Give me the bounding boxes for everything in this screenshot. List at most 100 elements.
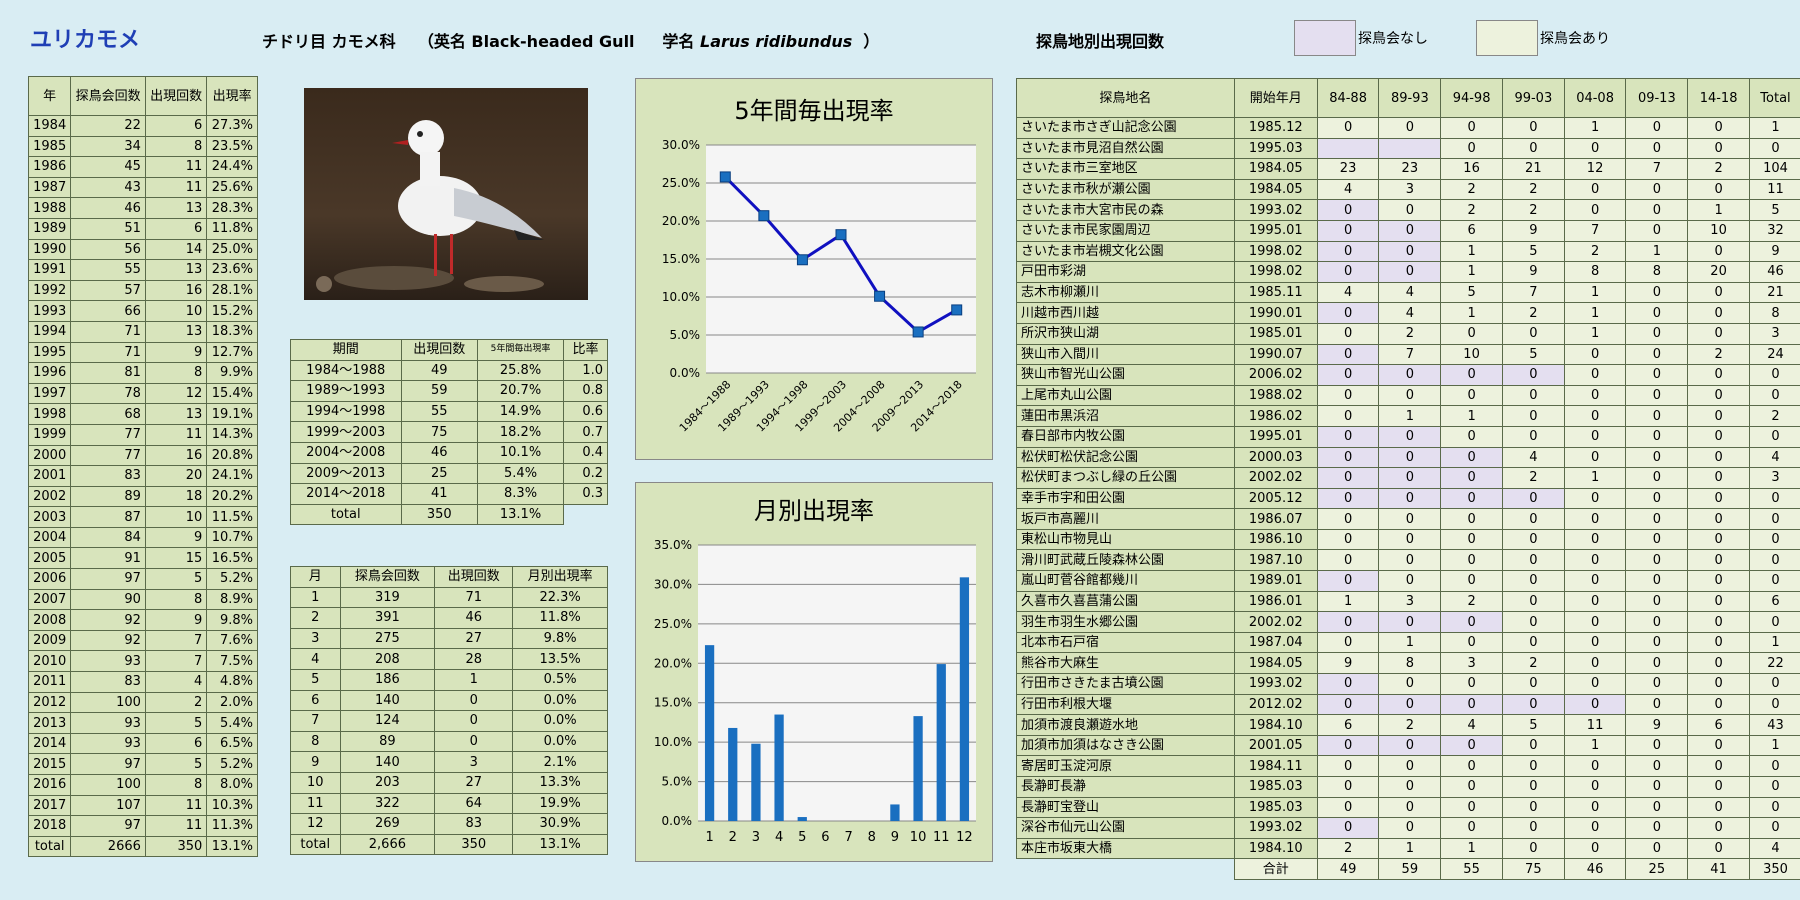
site-count: 0 [1378,364,1442,386]
y-tick-label: 0.0% [670,366,701,380]
site-count: 0 [1378,549,1442,572]
yearly-cell: 1993 [27,300,72,322]
site-count: 0 [1625,364,1689,386]
site-count: 0 [1687,549,1750,572]
yearly-row: 1984 22 6 27.3% [27,115,258,137]
yearly-cell: 97 [70,568,146,590]
monthly-cell: 27 [434,771,514,794]
site-count: 1 [1378,405,1442,427]
bar [704,645,715,821]
x-tick-label: 11 [933,830,950,845]
site-start: 1984.05 [1233,178,1318,201]
site-start: 1985.03 [1233,796,1318,819]
site-count: 0 [1748,487,1800,510]
site-count: 4 [1378,281,1442,304]
site-start: 2000.03 [1233,446,1318,469]
y-tick-label: 15.0% [662,252,700,266]
site-count: 0 [1316,261,1380,283]
site-count: 0 [1748,817,1800,839]
yearly-cell: 93 [70,732,146,755]
period-cell [564,504,608,525]
period-row: 1989～1993 59 20.7% 0.8 [290,380,608,402]
site-count: 0 [1625,528,1689,551]
site-count: 0 [1316,796,1380,819]
yearly-cell: 2002 [27,485,72,508]
yearly-cell: 16 [144,444,208,467]
site-count: 0 [1625,776,1689,798]
site-count: 12 [1563,158,1627,180]
site-count: 9 [1501,261,1565,283]
yearly-cell: 28.1% [206,279,258,302]
period-cell: 350 [400,503,478,526]
yearly-cell: 1987 [27,176,72,199]
monthly-cell: 1 [434,668,514,691]
x-tick-label: 6 [821,830,829,845]
site-count: 0 [1687,570,1750,592]
site-start: 1989.01 [1233,570,1318,592]
monthly-cell: 186 [339,668,436,691]
period-row: 1994～1998 55 14.9% 0.6 [290,400,608,423]
bar [751,743,761,821]
site-row: 長瀞町宝登山 1985.03 0 0 0 0 0 0 0 0 [1016,796,1800,819]
yearly-row: 2008 92 9 9.8% [27,609,258,631]
bar [774,714,784,821]
yearly-cell: 51 [70,217,146,240]
yearly-cell: 6 [144,115,208,137]
site-count: 1 [1625,240,1689,263]
monthly-cell: 2,666 [339,833,436,856]
site-count: 1 [1563,281,1627,304]
yearly-cell: 92 [70,629,146,652]
site-row: さいたま市岩槻文化公園 1998.02 0 0 1 5 2 1 0 9 [1016,240,1800,263]
site-count: 0 [1501,322,1565,345]
site-count: 20 [1687,261,1750,283]
site-header-cell: 99-03 [1501,78,1565,118]
site-count: 1 [1378,631,1442,654]
site-count: 0 [1625,796,1689,819]
monthly-cell: 203 [339,771,436,794]
site-count: 0 [1748,508,1800,530]
site-start: 1988.02 [1233,384,1318,407]
site-count [1316,137,1380,160]
monthly-cell: 13.5% [512,648,608,670]
monthly-cell: 350 [434,833,514,856]
site-count: 0 [1378,219,1442,242]
monthly-cell: 28 [434,648,514,670]
period-cell: 2014～2018 [290,483,402,505]
site-count: 0 [1687,528,1750,551]
site-count: 1 [1748,734,1800,757]
site-name: 東松山市物見山 [1016,528,1235,551]
site-count: 0 [1501,117,1565,139]
yearly-cell: 10.3% [206,794,258,817]
site-count: 0 [1501,693,1565,716]
site-count: 0 [1378,673,1442,695]
period-row: 2004～2008 46 10.1% 0.4 [290,441,608,464]
legend-swatch-no-meeting [1294,20,1356,56]
y-tick-label: 30.0% [662,138,700,152]
site-count: 0 [1316,302,1380,324]
site-count: 0 [1563,631,1627,654]
site-name: 深谷市仙元山公園 [1016,817,1235,839]
yearly-cell: 93 [70,650,146,673]
site-count: 0 [1625,137,1689,160]
site-count: 0 [1625,384,1689,407]
monthly-header-cell: 月 [290,566,341,588]
scientific-name: Larus ridibundus [700,32,853,51]
period-cell: 2009～2013 [290,462,402,485]
site-start: 1987.04 [1233,631,1318,654]
bar [913,716,923,821]
site-count: 22 [1748,652,1800,675]
monthly-cell: 1 [290,586,341,609]
site-count: 9 [1748,240,1800,263]
yearly-cell: 20 [144,465,208,487]
site-count: 0 [1440,755,1503,777]
site-count: 6 [1440,219,1503,242]
site-row: 東松山市物見山 1986.10 0 0 0 0 0 0 0 0 [1016,528,1800,551]
site-count: 0 [1625,549,1689,572]
monthly-cell: 5 [290,668,341,691]
site-count: 0 [1687,425,1750,448]
site-count: 0 [1440,467,1503,489]
period-cell: 18.2% [476,421,565,443]
site-count: 0 [1378,199,1442,221]
y-tick-label: 20.0% [654,656,692,670]
site-count: 0 [1316,467,1380,489]
